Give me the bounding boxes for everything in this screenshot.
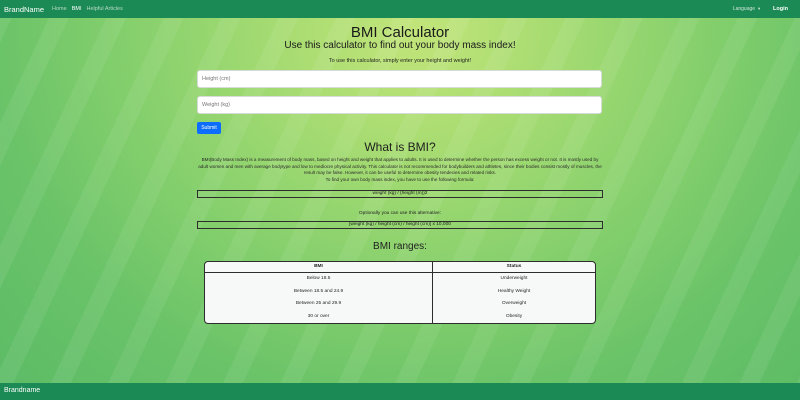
alternative-intro: Optionally you can use this alternative: (358, 211, 442, 216)
page-subtitle: Use this calculator to find out your bod… (284, 40, 516, 51)
cell-status: Overweight (501, 301, 527, 306)
table-row: Below 18.5 Underweight (205, 273, 595, 286)
table-header: BMI Status (205, 262, 595, 273)
login-link[interactable]: Login (773, 6, 788, 12)
cell-status: Underweight (500, 276, 528, 281)
navbar: BrandName Home BMI Helpful Articles Lang… (0, 0, 800, 18)
alternative-formula-box: [weight (kg) / height (cm) / height (cm)… (197, 221, 603, 229)
formula-intro: To find your own body mass index, you ha… (325, 176, 475, 182)
formula-box: weight (kg) / (height (m))2 (197, 190, 603, 198)
nav-link-home[interactable]: Home (52, 6, 67, 12)
nav-link-bmi[interactable]: BMI (72, 6, 82, 12)
main-content: BMI Calculator Use this calculator to fi… (0, 18, 800, 383)
table-row: 30 or over Obesity (205, 310, 595, 323)
page-title: BMI Calculator (350, 24, 450, 41)
footer-brand: Brandname (4, 387, 41, 394)
submit-button[interactable]: Submit (197, 122, 221, 134)
cell-status: Healthy Weight (497, 288, 531, 294)
header-status: Status (506, 264, 522, 269)
bmi-description: BMI(Body Mass Index) is a measurement of… (197, 157, 603, 184)
nav-link-helpful-articles[interactable]: Helpful Articles (86, 6, 122, 12)
header-bmi: BMI (205, 262, 433, 272)
cell-status: Obesity (505, 313, 523, 319)
navbar-brand[interactable]: BrandName (4, 5, 44, 14)
instruction-text: To use this calculator, simply enter you… (328, 58, 472, 64)
cell-bmi: Below 18.5 (205, 273, 433, 286)
table-row: Between 18.5 and 24.9 Healthy Weight (205, 285, 595, 298)
what-is-bmi-heading: What is BMI? (364, 140, 436, 154)
bmi-ranges-table: BMI Status Below 18.5 Underweight Betwee… (204, 261, 596, 324)
cell-bmi: Between 25 and 29.9 (205, 298, 433, 311)
bmi-ranges-heading: BMI ranges: (373, 241, 427, 252)
table-row: Between 25 and 29.9 Overweight (205, 298, 595, 311)
cell-bmi: Between 18.5 and 24.9 (205, 285, 433, 298)
cell-bmi: 30 or over (205, 310, 433, 323)
caret-down-icon: ▼ (757, 6, 762, 11)
height-input[interactable] (197, 70, 602, 88)
bmi-description-text: BMI(Body Mass Index) is a measurement of… (198, 157, 602, 176)
language-label: Language (732, 6, 756, 12)
navbar-right: Language ▼ Login (733, 6, 796, 12)
footer: Brandname (0, 383, 800, 400)
language-dropdown[interactable]: Language ▼ (733, 6, 761, 12)
weight-input[interactable] (197, 96, 602, 114)
